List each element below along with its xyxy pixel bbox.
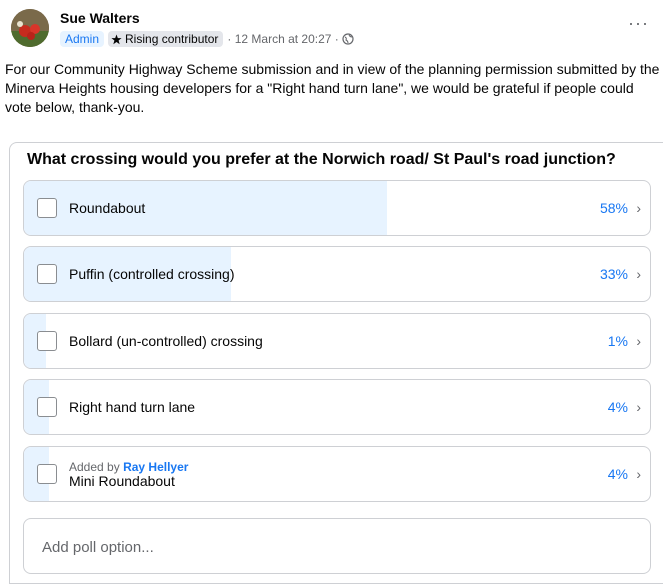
chevron-right-icon[interactable]: › bbox=[636, 200, 641, 216]
more-options-button[interactable]: ··· bbox=[628, 14, 649, 32]
poll-checkbox[interactable] bbox=[37, 198, 57, 218]
poll-option-percent[interactable]: 33% bbox=[600, 266, 628, 282]
star-icon bbox=[111, 34, 122, 44]
poll-option-roundabout[interactable]: Roundabout 58% › bbox=[23, 180, 651, 236]
poll-question: What crossing would you prefer at the No… bbox=[27, 151, 616, 168]
poll-checkbox[interactable] bbox=[37, 464, 57, 484]
add-poll-option-input[interactable] bbox=[40, 519, 634, 575]
admin-badge[interactable]: Admin bbox=[60, 31, 105, 47]
poll-checkbox[interactable] bbox=[37, 331, 57, 351]
poll-option-label: Roundabout bbox=[69, 200, 146, 216]
rising-contributor-label: Rising contributor bbox=[125, 32, 219, 46]
poll-option-percent[interactable]: 4% bbox=[608, 399, 628, 415]
added-by-prefix: Added by bbox=[69, 460, 120, 474]
chevron-right-icon[interactable]: › bbox=[636, 333, 641, 349]
post-timestamp[interactable]: · 12 March at 20:27 · bbox=[227, 32, 338, 46]
avatar[interactable] bbox=[11, 9, 49, 47]
poll-option-bollard[interactable]: Bollard (un-controlled) crossing 1% › bbox=[23, 313, 651, 369]
poll-option-label: Mini Roundabout bbox=[69, 473, 175, 489]
poll-card: What crossing would you prefer at the No… bbox=[9, 142, 663, 584]
chevron-right-icon[interactable]: › bbox=[636, 466, 641, 482]
poll-checkbox[interactable] bbox=[37, 264, 57, 284]
added-by-note: Added by Ray Hellyer bbox=[69, 461, 188, 473]
post-body: For our Community Highway Scheme submiss… bbox=[5, 61, 660, 115]
poll-option-percent[interactable]: 4% bbox=[608, 466, 628, 482]
poll-option-percent[interactable]: 58% bbox=[600, 200, 628, 216]
poll-option-percent[interactable]: 1% bbox=[608, 333, 628, 349]
poll-option-mini-roundabout[interactable]: Added by Ray Hellyer Mini Roundabout 4% … bbox=[23, 446, 651, 502]
add-poll-option[interactable] bbox=[23, 518, 651, 575]
poll-option-puffin[interactable]: Puffin (controlled crossing) 33% › bbox=[23, 246, 651, 302]
chevron-right-icon[interactable]: › bbox=[636, 399, 641, 415]
poll-checkbox[interactable] bbox=[37, 397, 57, 417]
poll-option-label: Puffin (controlled crossing) bbox=[69, 266, 235, 282]
poll-option-label: Right hand turn lane bbox=[69, 399, 196, 415]
post-meta: Admin Rising contributor · 12 March at 2… bbox=[60, 30, 354, 48]
author-name[interactable]: Sue Walters bbox=[60, 10, 140, 26]
globe-icon bbox=[342, 33, 354, 45]
added-by-name[interactable]: Ray Hellyer bbox=[123, 460, 188, 474]
rising-contributor-badge[interactable]: Rising contributor bbox=[108, 31, 224, 47]
chevron-right-icon[interactable]: › bbox=[636, 266, 641, 282]
poll-option-label: Bollard (un-controlled) crossing bbox=[69, 333, 263, 349]
poll-option-right-turn-lane[interactable]: Right hand turn lane 4% › bbox=[23, 379, 651, 435]
